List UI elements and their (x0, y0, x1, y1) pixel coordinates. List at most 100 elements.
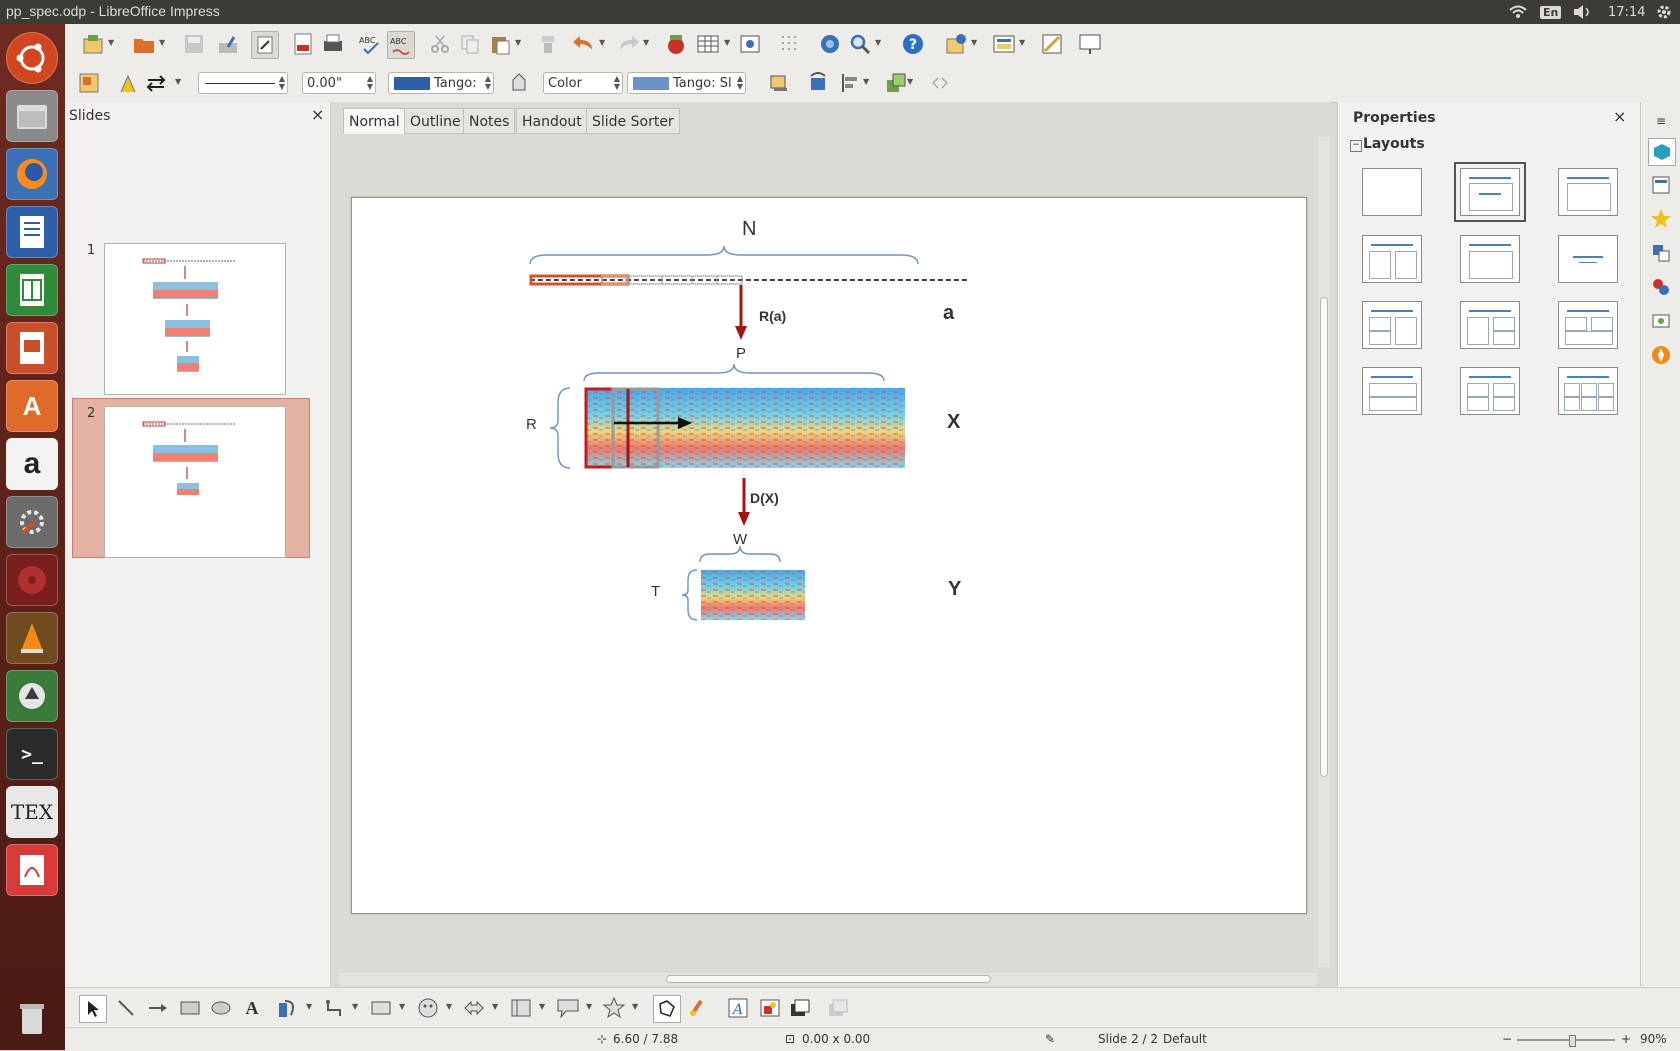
slide-layout-icon[interactable] (991, 31, 1017, 57)
tab-handout[interactable]: Handout (516, 108, 588, 134)
new-icon[interactable] (80, 31, 106, 57)
fill-type-select[interactable]: Color ▲ ▼ (543, 72, 623, 94)
zoom-icon[interactable] (847, 31, 873, 57)
zoom-slider[interactable] (1517, 1035, 1615, 1047)
properties-deck-icon[interactable] (1648, 138, 1676, 166)
custom-animation-icon[interactable] (1648, 206, 1674, 232)
slide-canvas[interactable]: N a R(a) P R X D(X) W T Y (351, 197, 1307, 914)
fill-color-select[interactable]: Tango: Sl ▲ ▼ (627, 72, 746, 94)
writer-icon[interactable] (6, 206, 58, 258)
tab-normal[interactable]: Normal (343, 108, 406, 134)
spelling-icon[interactable]: ABC (357, 31, 383, 57)
connector-dropdown[interactable]: ▼ (352, 1002, 360, 1011)
table-dropdown[interactable]: ▼ (724, 38, 732, 47)
toggle-3d-icon[interactable] (825, 995, 851, 1021)
stars-dropdown[interactable]: ▼ (632, 1002, 640, 1011)
flowchart-dropdown[interactable]: ▼ (539, 1002, 547, 1011)
close-icon[interactable]: × (311, 105, 324, 124)
arrow-style-icon[interactable] (143, 70, 169, 96)
wifi-icon[interactable] (1508, 2, 1528, 22)
layout-title-2-content-right[interactable] (1362, 301, 1422, 349)
paste-icon[interactable] (487, 31, 513, 57)
system-settings-icon[interactable] (6, 496, 58, 548)
new-dropdown[interactable]: ▼ (108, 38, 116, 47)
line-tool-icon[interactable] (113, 995, 139, 1021)
align-dropdown[interactable]: ▼ (863, 77, 871, 86)
line-style-select[interactable]: ▲ ▼ (198, 72, 288, 94)
software-center-icon[interactable]: A (6, 380, 58, 432)
layout-title-6-content[interactable] (1558, 367, 1618, 415)
cut-icon[interactable] (427, 31, 453, 57)
curve-tool-icon[interactable] (275, 995, 301, 1021)
master-slides-icon[interactable] (1039, 31, 1065, 57)
grid-icon[interactable] (777, 31, 803, 57)
help-icon[interactable]: ? (900, 31, 926, 57)
sidebar-menu-icon[interactable]: ≡ (1648, 108, 1674, 134)
session-gear-icon[interactable] (1655, 2, 1673, 22)
layout-title-only[interactable] (1558, 168, 1618, 216)
navigator-deck-icon[interactable] (1648, 342, 1674, 368)
insert-table-icon[interactable] (695, 31, 721, 57)
tex-icon[interactable]: TEX (6, 786, 58, 838)
zoom-out-button[interactable]: − (1502, 1032, 1512, 1046)
curve-dropdown[interactable]: ▼ (306, 1002, 314, 1011)
zoom-dropdown[interactable]: ▼ (875, 38, 883, 47)
rotate-icon[interactable] (805, 70, 831, 96)
master-slides-deck-icon[interactable] (1648, 172, 1674, 198)
dash-icon[interactable] (6, 32, 58, 84)
edit-file-icon[interactable] (251, 31, 279, 59)
gallery-icon[interactable] (1648, 308, 1674, 334)
arrow-line-icon[interactable] (145, 995, 171, 1021)
block-arrows-icon[interactable] (461, 995, 487, 1021)
vlc-icon[interactable] (6, 612, 58, 664)
navigator-icon[interactable] (817, 31, 843, 57)
symbol-shapes-dropdown[interactable]: ▼ (446, 1002, 454, 1011)
arrange-icon[interactable] (883, 70, 909, 96)
redo-dropdown[interactable]: ▼ (643, 38, 651, 47)
layout-title-content-over[interactable] (1362, 367, 1422, 415)
slideshow-icon[interactable] (1077, 31, 1103, 57)
clone-formatting-icon[interactable] (535, 31, 561, 57)
impress-icon[interactable] (6, 322, 58, 374)
disk-icon[interactable] (6, 554, 58, 606)
layout-blank[interactable] (1362, 168, 1422, 216)
files-icon[interactable] (6, 90, 58, 142)
points-icon[interactable] (653, 995, 681, 1023)
tab-outline[interactable]: Outline (404, 108, 467, 134)
arrow-style-dropdown[interactable]: ▼ (175, 77, 183, 86)
properties-close-icon[interactable]: × (1613, 107, 1626, 126)
display-views-icon[interactable] (943, 31, 969, 57)
layout-title-content-2[interactable] (1460, 301, 1520, 349)
collapse-icon[interactable]: − (1350, 140, 1362, 152)
align-icon[interactable] (837, 70, 863, 96)
horizontal-scrollbar[interactable] (339, 973, 1317, 985)
layout-title-2-content[interactable] (1362, 235, 1422, 283)
flowchart-icon[interactable] (508, 995, 534, 1021)
slide-thumbnail-1[interactable]: 1 (75, 237, 305, 399)
export-pdf-icon[interactable] (290, 31, 316, 57)
slide-transition-icon[interactable] (1648, 240, 1674, 266)
print-icon[interactable] (320, 31, 346, 57)
insert-chart-icon[interactable] (663, 31, 689, 57)
line-icon[interactable] (115, 70, 141, 96)
copy-icon[interactable] (457, 31, 483, 57)
auto-spellcheck-icon[interactable]: ABC (387, 31, 415, 59)
pdf-viewer-icon[interactable] (6, 844, 58, 896)
terminal-icon[interactable]: >_ (6, 728, 58, 780)
undo-dropdown[interactable]: ▼ (599, 38, 607, 47)
firefox-icon[interactable] (6, 148, 58, 200)
connector-tool-icon[interactable] (321, 995, 347, 1021)
vertical-scrollbar[interactable] (1318, 137, 1330, 967)
line-width-field[interactable]: 0.00" ▲ ▼ (302, 72, 376, 94)
open-dropdown[interactable]: ▼ (159, 38, 167, 47)
export-icon[interactable] (215, 31, 241, 57)
arrange-dropdown[interactable]: ▼ (907, 77, 915, 86)
paste-dropdown[interactable]: ▼ (515, 38, 523, 47)
stars-icon[interactable] (601, 995, 627, 1021)
amazon-icon[interactable]: a (6, 438, 58, 490)
save-icon[interactable] (181, 31, 207, 57)
extrusion-icon[interactable] (787, 995, 813, 1021)
callouts-dropdown[interactable]: ▼ (586, 1002, 594, 1011)
block-arrows-dropdown[interactable]: ▼ (492, 1002, 500, 1011)
basic-shapes-dropdown[interactable]: ▼ (399, 1002, 407, 1011)
